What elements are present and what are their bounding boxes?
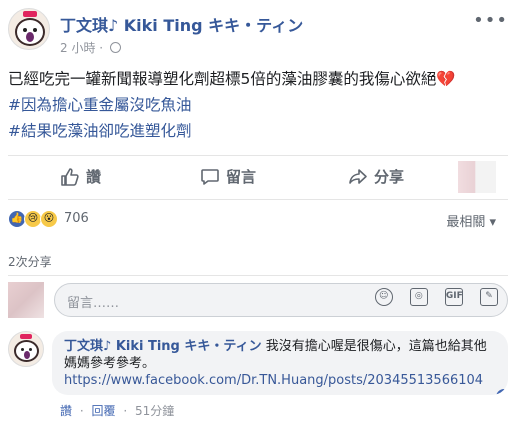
reactions-summary[interactable]: 👍 😢 😮 706 最相關 ▾ [8, 209, 508, 231]
eye-icon [29, 348, 32, 351]
comment-reply-button[interactable]: 回覆 [92, 404, 116, 418]
gif-icon[interactable]: GIF [444, 288, 463, 306]
post-author[interactable]: 丁文琪♪ Kiki Ting キキ・ティン [60, 12, 303, 36]
broken-heart-icon: 💔 [436, 70, 456, 88]
sticker-icon[interactable]: ✎ [480, 288, 498, 306]
share-icon [349, 169, 367, 184]
author-avatar[interactable] [8, 8, 50, 50]
post-header: 丁文琪♪ Kiki Ting キキ・ティン 2 小時 · ••• [8, 8, 508, 58]
eye-icon [21, 348, 24, 351]
reaction-count[interactable]: 706 [64, 211, 89, 226]
wow-reaction-icon: 😮 [40, 210, 58, 228]
like-button-label: 讚 [86, 168, 102, 186]
comment-author[interactable]: 丁文琪♪ Kiki Ting キキ・ティン [64, 339, 262, 354]
comment-item: 丁文琪♪ Kiki Ting キキ・ティン 我沒有擔心喔是很傷心，這篇也給其他媽… [8, 329, 508, 429]
more-options-button[interactable]: ••• [473, 10, 508, 31]
hashtag-link[interactable]: #因為擔心重金屬沒吃魚油 [8, 92, 508, 118]
share-button[interactable]: 分享 [348, 166, 404, 187]
bow-icon [23, 11, 37, 17]
comment-bubble: 丁文琪♪ Kiki Ting キキ・ティン 我沒有擔心喔是很傷心，這篇也給其他媽… [52, 331, 508, 395]
like-button[interactable]: 讚 [60, 166, 101, 187]
emoji-icon[interactable]: ☺ [374, 288, 393, 306]
post-time[interactable]: 2 小時 [60, 41, 95, 55]
mouth-icon [26, 32, 34, 42]
post-body: 已經吃完一罐新聞報導塑化劑超標5倍的藻油膠囊的我傷心欲絕💔 #因為擔心重金屬沒吃… [8, 66, 508, 144]
viewer-avatar[interactable] [8, 282, 44, 318]
comment-author-avatar[interactable] [8, 331, 44, 367]
post-text: 已經吃完一罐新聞報導塑化劑超標5倍的藻油膠囊的我傷心欲絕💔 [8, 66, 508, 92]
camera-icon[interactable]: ◎ [409, 288, 428, 306]
comment-sort-dropdown[interactable]: 最相關 ▾ [446, 211, 496, 230]
viewer-avatar[interactable] [458, 161, 496, 193]
comment-icon [201, 169, 219, 185]
bow-icon [20, 334, 32, 339]
composer-icons: ☺ ◎ GIF ✎ [363, 283, 498, 306]
eye-icon [33, 28, 37, 32]
avatar-face [15, 18, 45, 46]
avatar-face [14, 340, 39, 362]
share-button-label: 分享 [374, 168, 405, 186]
comment-like-badge-icon: 👍 [496, 389, 508, 395]
comment-composer: 留言…… ☺ ◎ GIF ✎ [8, 275, 508, 321]
comment-button-label: 留言 [226, 168, 257, 186]
post-text-line: 已經吃完一罐新聞報導塑化劑超標5倍的藻油膠囊的我傷心欲絕 [8, 70, 437, 88]
thumbs-up-icon [61, 168, 79, 186]
hashtag-link[interactable]: #結果吃藻油卻吃進塑化劑 [8, 118, 508, 144]
share-count[interactable]: 2次分享 [8, 253, 52, 270]
comment-actions: 讚 · 回覆 · 51分鐘 [60, 404, 175, 418]
eye-icon [23, 28, 27, 32]
post-actions-bar: 讚 留言 分享 [8, 155, 508, 200]
comment-time[interactable]: 51分鐘 [135, 404, 174, 418]
comment-link[interactable]: https://www.facebook.com/Dr.TN.Huang/pos… [64, 373, 483, 388]
mouth-icon [24, 351, 30, 359]
comment-button[interactable]: 留言 [200, 166, 256, 187]
globe-icon [109, 42, 121, 53]
comment-like-button[interactable]: 讚 [60, 404, 72, 418]
post-meta: 2 小時 · [60, 39, 121, 56]
